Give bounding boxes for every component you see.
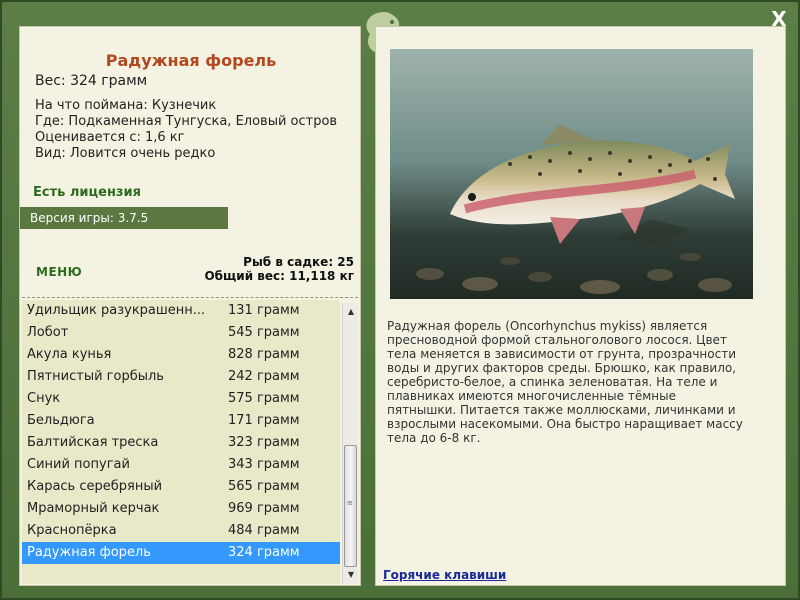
list-item[interactable]: Бельдюга 171 грамм <box>22 410 340 432</box>
list-item-weight: 343 грамм <box>228 457 300 472</box>
fish-title: Радужная форель <box>105 51 277 70</box>
list-item-name: Карась серебряный <box>27 479 163 494</box>
catch-list[interactable]: Удильщик разукрашенн... 131 грамм Лобот 545… <box>22 300 340 584</box>
list-item-weight: 484 грамм <box>228 523 300 538</box>
fish-photo <box>390 49 753 299</box>
fish-bait: На что поймана: Кузнечик <box>35 98 217 113</box>
list-item-weight: 969 грамм <box>228 501 300 516</box>
scroll-up-icon[interactable]: ▲ <box>343 305 359 319</box>
list-item-name: Радужная форель <box>27 545 151 560</box>
thumb-grip-icon: ≡ <box>347 499 353 507</box>
fish-description: Радужная форель (Oncorhynchus mykiss) яв… <box>387 319 743 445</box>
list-item-weight: 575 грамм <box>228 391 300 406</box>
divider <box>22 297 358 298</box>
fish-count: Рыб в садке: 25 <box>243 255 354 269</box>
list-item-weight: 828 грамм <box>228 347 300 362</box>
list-item[interactable]: Балтийская треска 323 грамм <box>22 432 340 454</box>
scroll-thumb[interactable]: ≡ <box>344 445 357 567</box>
list-item[interactable]: Лобот 545 грамм <box>22 322 340 344</box>
list-item[interactable]: Снук 575 грамм <box>22 388 340 410</box>
list-item-weight: 242 грамм <box>228 369 300 384</box>
list-item-weight: 131 грамм <box>228 303 300 318</box>
fish-rarity: Вид: Ловится очень редко <box>35 146 216 161</box>
list-item-weight: 324 грамм <box>228 545 300 560</box>
list-item-name: Удильщик разукрашенн... <box>27 303 206 318</box>
list-item-weight: 545 грамм <box>228 325 300 340</box>
fish-value: Оценивается с: 1,6 кг <box>35 130 185 145</box>
list-item[interactable]: Синий попугай 343 грамм <box>22 454 340 476</box>
hotkeys-link[interactable]: Горячие клавиши <box>383 568 506 582</box>
list-item[interactable]: Радужная форель 324 грамм <box>22 542 340 564</box>
version-bar: Версия игры: 3.7.5 <box>20 207 228 229</box>
list-item-name: Мраморный керчак <box>27 501 160 516</box>
fish-details: На что поймана: Кузнечик Где: Подкаменна… <box>35 98 337 162</box>
cage-stats: Рыб в садке: 25 Общий вес: 11,118 кг <box>204 255 354 283</box>
license-status: Есть лицензия <box>33 185 141 200</box>
window-frame: X Радужная форель Вес: 324 грамм На что … <box>0 0 800 600</box>
list-item-weight: 323 грамм <box>228 435 300 450</box>
fish-weight: Вес: 324 грамм <box>35 73 148 89</box>
list-item-name: Бельдюга <box>27 413 95 428</box>
list-item-weight: 565 грамм <box>228 479 300 494</box>
list-item[interactable]: Пятнистый горбыль 242 грамм <box>22 366 340 388</box>
fish-description-panel: Радужная форель (Oncorhynchus mykiss) яв… <box>375 26 786 586</box>
list-item-name: Лобот <box>27 325 69 340</box>
list-item[interactable]: Краснопёрка 484 грамм <box>22 520 340 542</box>
list-item[interactable]: Карась серебряный 565 грамм <box>22 476 340 498</box>
list-item-weight: 171 грамм <box>228 413 300 428</box>
list-item-name: Синий попугай <box>27 457 130 472</box>
list-item-name: Краснопёрка <box>27 523 117 538</box>
list-item[interactable]: Мраморный керчак 969 грамм <box>22 498 340 520</box>
total-weight: Общий вес: 11,118 кг <box>204 269 354 283</box>
catch-info-panel: Радужная форель Вес: 324 грамм На что по… <box>19 26 361 586</box>
list-item-name: Снук <box>27 391 61 406</box>
catch-list-scrollbar[interactable]: ▲ ≡ ▼ <box>342 303 358 584</box>
scroll-down-icon[interactable]: ▼ <box>343 568 359 582</box>
list-item-name: Акула кунья <box>27 347 112 362</box>
list-item-name: Балтийская треска <box>27 435 159 450</box>
list-item[interactable]: Акула кунья 828 грамм <box>22 344 340 366</box>
fish-location: Где: Подкаменная Тунгуска, Еловый остров <box>35 114 338 129</box>
list-item[interactable]: Удильщик разукрашенн... 131 грамм <box>22 300 340 322</box>
list-item-name: Пятнистый горбыль <box>27 369 164 384</box>
menu-button[interactable]: МЕНЮ <box>36 265 82 279</box>
